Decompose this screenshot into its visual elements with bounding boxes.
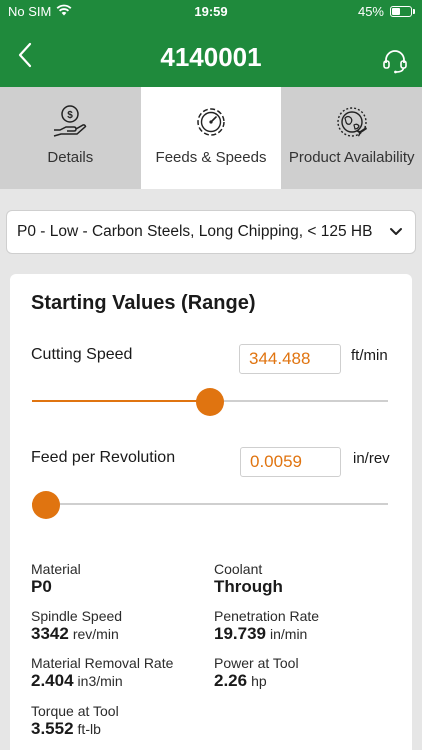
feed-per-revolution-input[interactable] [240,447,341,477]
nav-bar: 4140001 [0,24,422,87]
cutting-speed-label: Cutting Speed [31,346,133,363]
feed-per-revolution-slider[interactable] [32,490,388,520]
metric-coolant: Coolant Through [214,561,283,596]
material-dropdown-value: P0 - Low - Carbon Steels, Long Chipping,… [17,223,373,240]
gear-gauge-icon [192,103,230,141]
material-dropdown[interactable]: P0 - Low - Carbon Steels, Long Chipping,… [6,210,416,254]
feed-per-revolution-label: Feed per Revolution [31,449,176,466]
status-bar: No SIM 19:59 45% [0,0,422,24]
tab-details[interactable]: $ Details [0,87,141,189]
metric-torque-at-tool: Torque at Tool 3.552 ft-lb [31,703,119,738]
page-title: 4140001 [160,42,262,72]
metric-power-at-tool: Power at Tool 2.26 hp [214,655,299,690]
feed-per-revolution-slider-thumb[interactable] [32,491,61,519]
metric-material: Material P0 [31,561,81,596]
tab-bar: $ Details Feeds & Speeds Product Availab… [0,87,422,189]
cutting-speed-input[interactable] [239,344,341,374]
cutting-speed-unit: ft/min [351,347,388,364]
metric-spindle-speed: Spindle Speed 3342 rev/min [31,608,123,643]
battery-icon [390,6,415,17]
tab-feeds-speeds[interactable]: Feeds & Speeds [140,87,282,189]
support-button[interactable] [380,46,410,76]
battery-percent: 45% [357,4,384,19]
svg-text:$: $ [68,110,74,121]
tab-feeds-speeds-label: Feeds & Speeds [155,149,267,166]
chevron-down-icon [387,223,405,241]
starting-values-card: Starting Values (Range) Cutting Speed ft… [10,274,412,750]
tab-product-availability[interactable]: Product Availability [281,87,422,189]
headset-icon [383,50,407,74]
cutting-speed-slider-thumb[interactable] [196,388,224,416]
metric-penetration-rate: Penetration Rate 19.739 in/min [214,608,320,643]
globe-plane-icon [333,103,371,141]
card-title: Starting Values (Range) [31,292,256,314]
cutting-speed-slider-fill [32,400,210,402]
cutting-speed-slider[interactable] [32,387,388,417]
hand-coin-icon: $ [51,103,89,141]
metric-material-removal-rate: Material Removal Rate 2.404 in3/min [31,655,174,690]
tab-details-label: Details [47,149,94,166]
feed-per-revolution-unit: in/rev [353,450,390,467]
tab-product-availability-label: Product Availability [288,149,415,166]
